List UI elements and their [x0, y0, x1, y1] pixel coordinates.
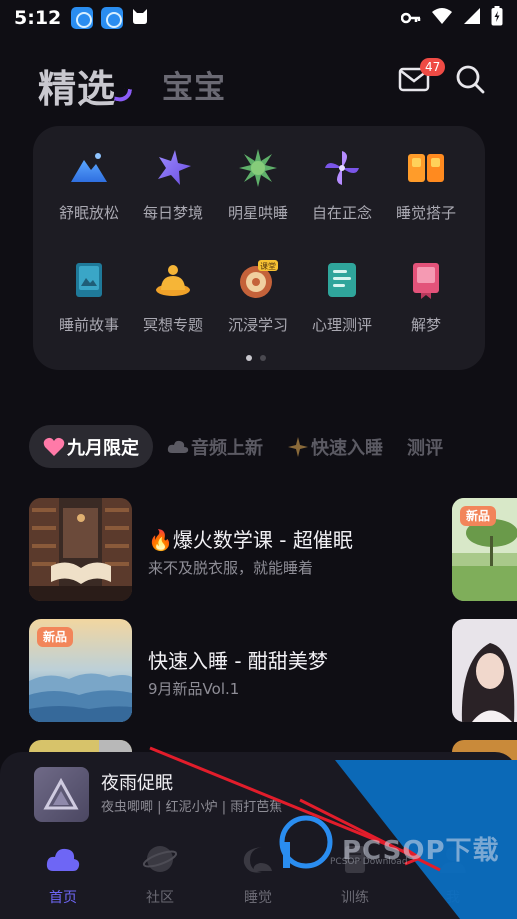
portrait-image [452, 619, 517, 722]
nav-community[interactable]: 社区 [125, 843, 195, 907]
cloud-home-icon [46, 848, 80, 871]
category-meditation[interactable]: 冥想专题 [131, 260, 215, 335]
chip-label: 快速入睡 [311, 437, 383, 459]
nav-label: 首页 [49, 890, 77, 906]
search-button[interactable] [455, 64, 485, 94]
item-title-row[interactable]: 🔥爆火数学课 - 超催眠 [148, 524, 353, 553]
category-label: 心理测评 [311, 316, 372, 334]
heart-icon [43, 437, 65, 456]
category-dream-interpretation[interactable]: 解梦 [384, 260, 468, 335]
search-icon [456, 65, 485, 94]
item-thumbnail-peek[interactable]: 新品 [452, 498, 517, 601]
category-immersive-learning[interactable]: 课堂 沉浸学习 [216, 260, 300, 335]
category-label: 舒眠放松 [58, 204, 119, 222]
sparkle-icon [288, 436, 308, 457]
cloud-icon [167, 440, 189, 453]
signal-icon [463, 7, 481, 29]
pinwheel-icon [325, 151, 359, 185]
gift-boxes-icon [408, 154, 444, 182]
star-shape-icon [158, 150, 191, 185]
category-label: 明星哄睡 [227, 204, 288, 222]
cat-icon [131, 7, 149, 29]
item-thumbnail[interactable]: 新品 [29, 619, 132, 722]
chip-assessment[interactable]: 测评 [407, 434, 443, 460]
meditation-bowl-icon [156, 265, 190, 296]
fire-icon: 🔥 [148, 528, 173, 552]
new-badge: 新品 [37, 627, 74, 647]
page-indicator [246, 355, 266, 361]
chip-new-audio[interactable]: 音频上新 [167, 434, 263, 460]
category-label: 每日梦境 [142, 204, 203, 222]
tab-active-indicator [113, 86, 133, 104]
watermark-subtext: PCSOP Download [330, 857, 408, 867]
planet-icon [142, 846, 178, 872]
tag-card-icon [413, 263, 439, 299]
nav-sleep[interactable]: 睡觉 [223, 843, 293, 907]
book-icon [76, 263, 102, 297]
item-thumbnail[interactable] [29, 498, 132, 601]
item-title: 爆火数学课 - 超催眠 [172, 528, 353, 552]
category-label: 解梦 [410, 316, 441, 334]
moon-icon [243, 847, 272, 873]
target-icon: 课堂 [240, 260, 278, 298]
course-tag: 课堂 [260, 261, 276, 271]
category-daily-dream[interactable]: 每日梦境 [131, 148, 215, 223]
category-label: 自在正念 [311, 204, 372, 222]
status-bar: 5:12 [0, 0, 517, 36]
item-subtitle: 9月新品Vol.1 [148, 680, 240, 698]
category-label: 睡觉搭子 [395, 204, 456, 222]
item-title[interactable]: 快速入睡 - 酣甜美梦 [148, 645, 328, 674]
nav-label: 睡觉 [244, 890, 272, 906]
category-label: 沉浸学习 [227, 316, 288, 334]
category-bedtime-story[interactable]: 睡前故事 [47, 260, 131, 335]
filter-chips: 九月限定 音频上新 快速入睡 测评 [29, 425, 467, 468]
battery-icon [491, 6, 503, 30]
chip-label: 测评 [407, 437, 443, 459]
category-label: 冥想专题 [142, 316, 203, 334]
library-book-image [29, 498, 132, 601]
key-icon [400, 9, 421, 28]
category-sleep-buddy[interactable]: 睡觉搭子 [384, 148, 468, 223]
category-star-lullaby[interactable]: 明星哄睡 [216, 148, 300, 223]
status-time: 5:12 [14, 7, 62, 29]
item-thumbnail-peek[interactable] [452, 619, 517, 722]
app-notification-icon [71, 7, 94, 29]
category-mindfulness[interactable]: 自在正念 [300, 148, 384, 223]
category-label: 睡前故事 [58, 316, 119, 334]
player-artwork [34, 767, 89, 822]
chip-fall-asleep-fast[interactable]: 快速入睡 [287, 434, 383, 460]
nav-home[interactable]: 首页 [28, 843, 98, 907]
nav-label: 社区 [146, 890, 174, 906]
player-title: 夜雨促眠 [101, 773, 173, 794]
spark-star-icon [239, 149, 277, 187]
document-icon [328, 263, 356, 297]
triangle-logo-icon [43, 777, 79, 810]
wifi-icon [431, 7, 453, 29]
item-subtitle: 来不及脱衣服，就能睡着 [148, 559, 314, 577]
mountain-icon [71, 153, 107, 182]
new-badge: 新品 [460, 506, 497, 526]
category-psych-test[interactable]: 心理测评 [300, 260, 384, 335]
player-subtitle: 夜虫唧唧 | 红泥小炉 | 雨打芭蕉 [101, 800, 283, 815]
page-dot-active [246, 355, 252, 361]
mail-badge: 47 [420, 58, 446, 76]
page-dot [260, 355, 266, 361]
tab-featured[interactable]: 精选 [38, 58, 116, 113]
chip-label: 音频上新 [191, 437, 263, 459]
chip-september-limited[interactable]: 九月限定 [29, 425, 153, 468]
chip-label: 九月限定 [67, 437, 139, 459]
app-notification-icon [101, 7, 124, 29]
tab-baby[interactable]: 宝宝 [162, 62, 226, 107]
category-sleep-relax[interactable]: 舒眠放松 [47, 148, 131, 223]
